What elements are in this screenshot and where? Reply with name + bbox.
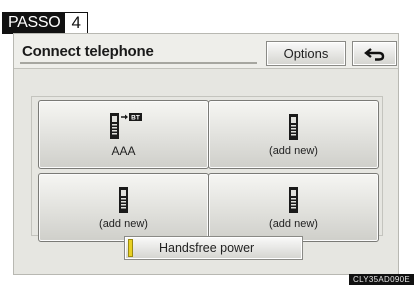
phone-button-add-new[interactable]: (add new) [38,173,209,242]
screen-header: Connect telephone Options [14,34,398,69]
phone-button-add-new[interactable]: (add new) [208,100,379,169]
phone-label: (add new) [99,218,148,230]
connect-telephone-screen: Connect telephone Options BT AAA (add ne… [13,33,399,275]
phone-icon [118,187,128,213]
title-underline [20,62,257,64]
phone-button-aaa[interactable]: BT AAA [38,100,209,169]
step-indicator: PASSO 4 [2,12,88,34]
handsfree-power-button[interactable]: Handsfree power [124,236,303,260]
figure-code: CLY35AD090E [349,274,414,285]
phone-bluetooth-icon: BT [109,113,142,139]
handsfree-label: Handsfree power [159,241,255,255]
options-button[interactable]: Options [266,41,346,66]
phone-label: AAA [111,144,136,158]
phone-icon [288,187,298,213]
phone-icon [288,114,298,140]
back-button[interactable] [352,41,397,66]
phone-button-add-new[interactable]: (add new) [208,173,379,242]
step-label: PASSO [3,13,66,33]
step-number: 4 [65,13,87,33]
handsfree-indicator [128,239,133,257]
phone-list-panel: BT AAA (add new) (add new) (add new) [31,96,383,242]
page-title: Connect telephone [22,43,154,60]
phone-label: (add new) [269,145,318,157]
phone-label: (add new) [269,218,318,230]
bluetooth-badge-text: BT [131,114,140,121]
return-arrow-icon [363,47,384,61]
